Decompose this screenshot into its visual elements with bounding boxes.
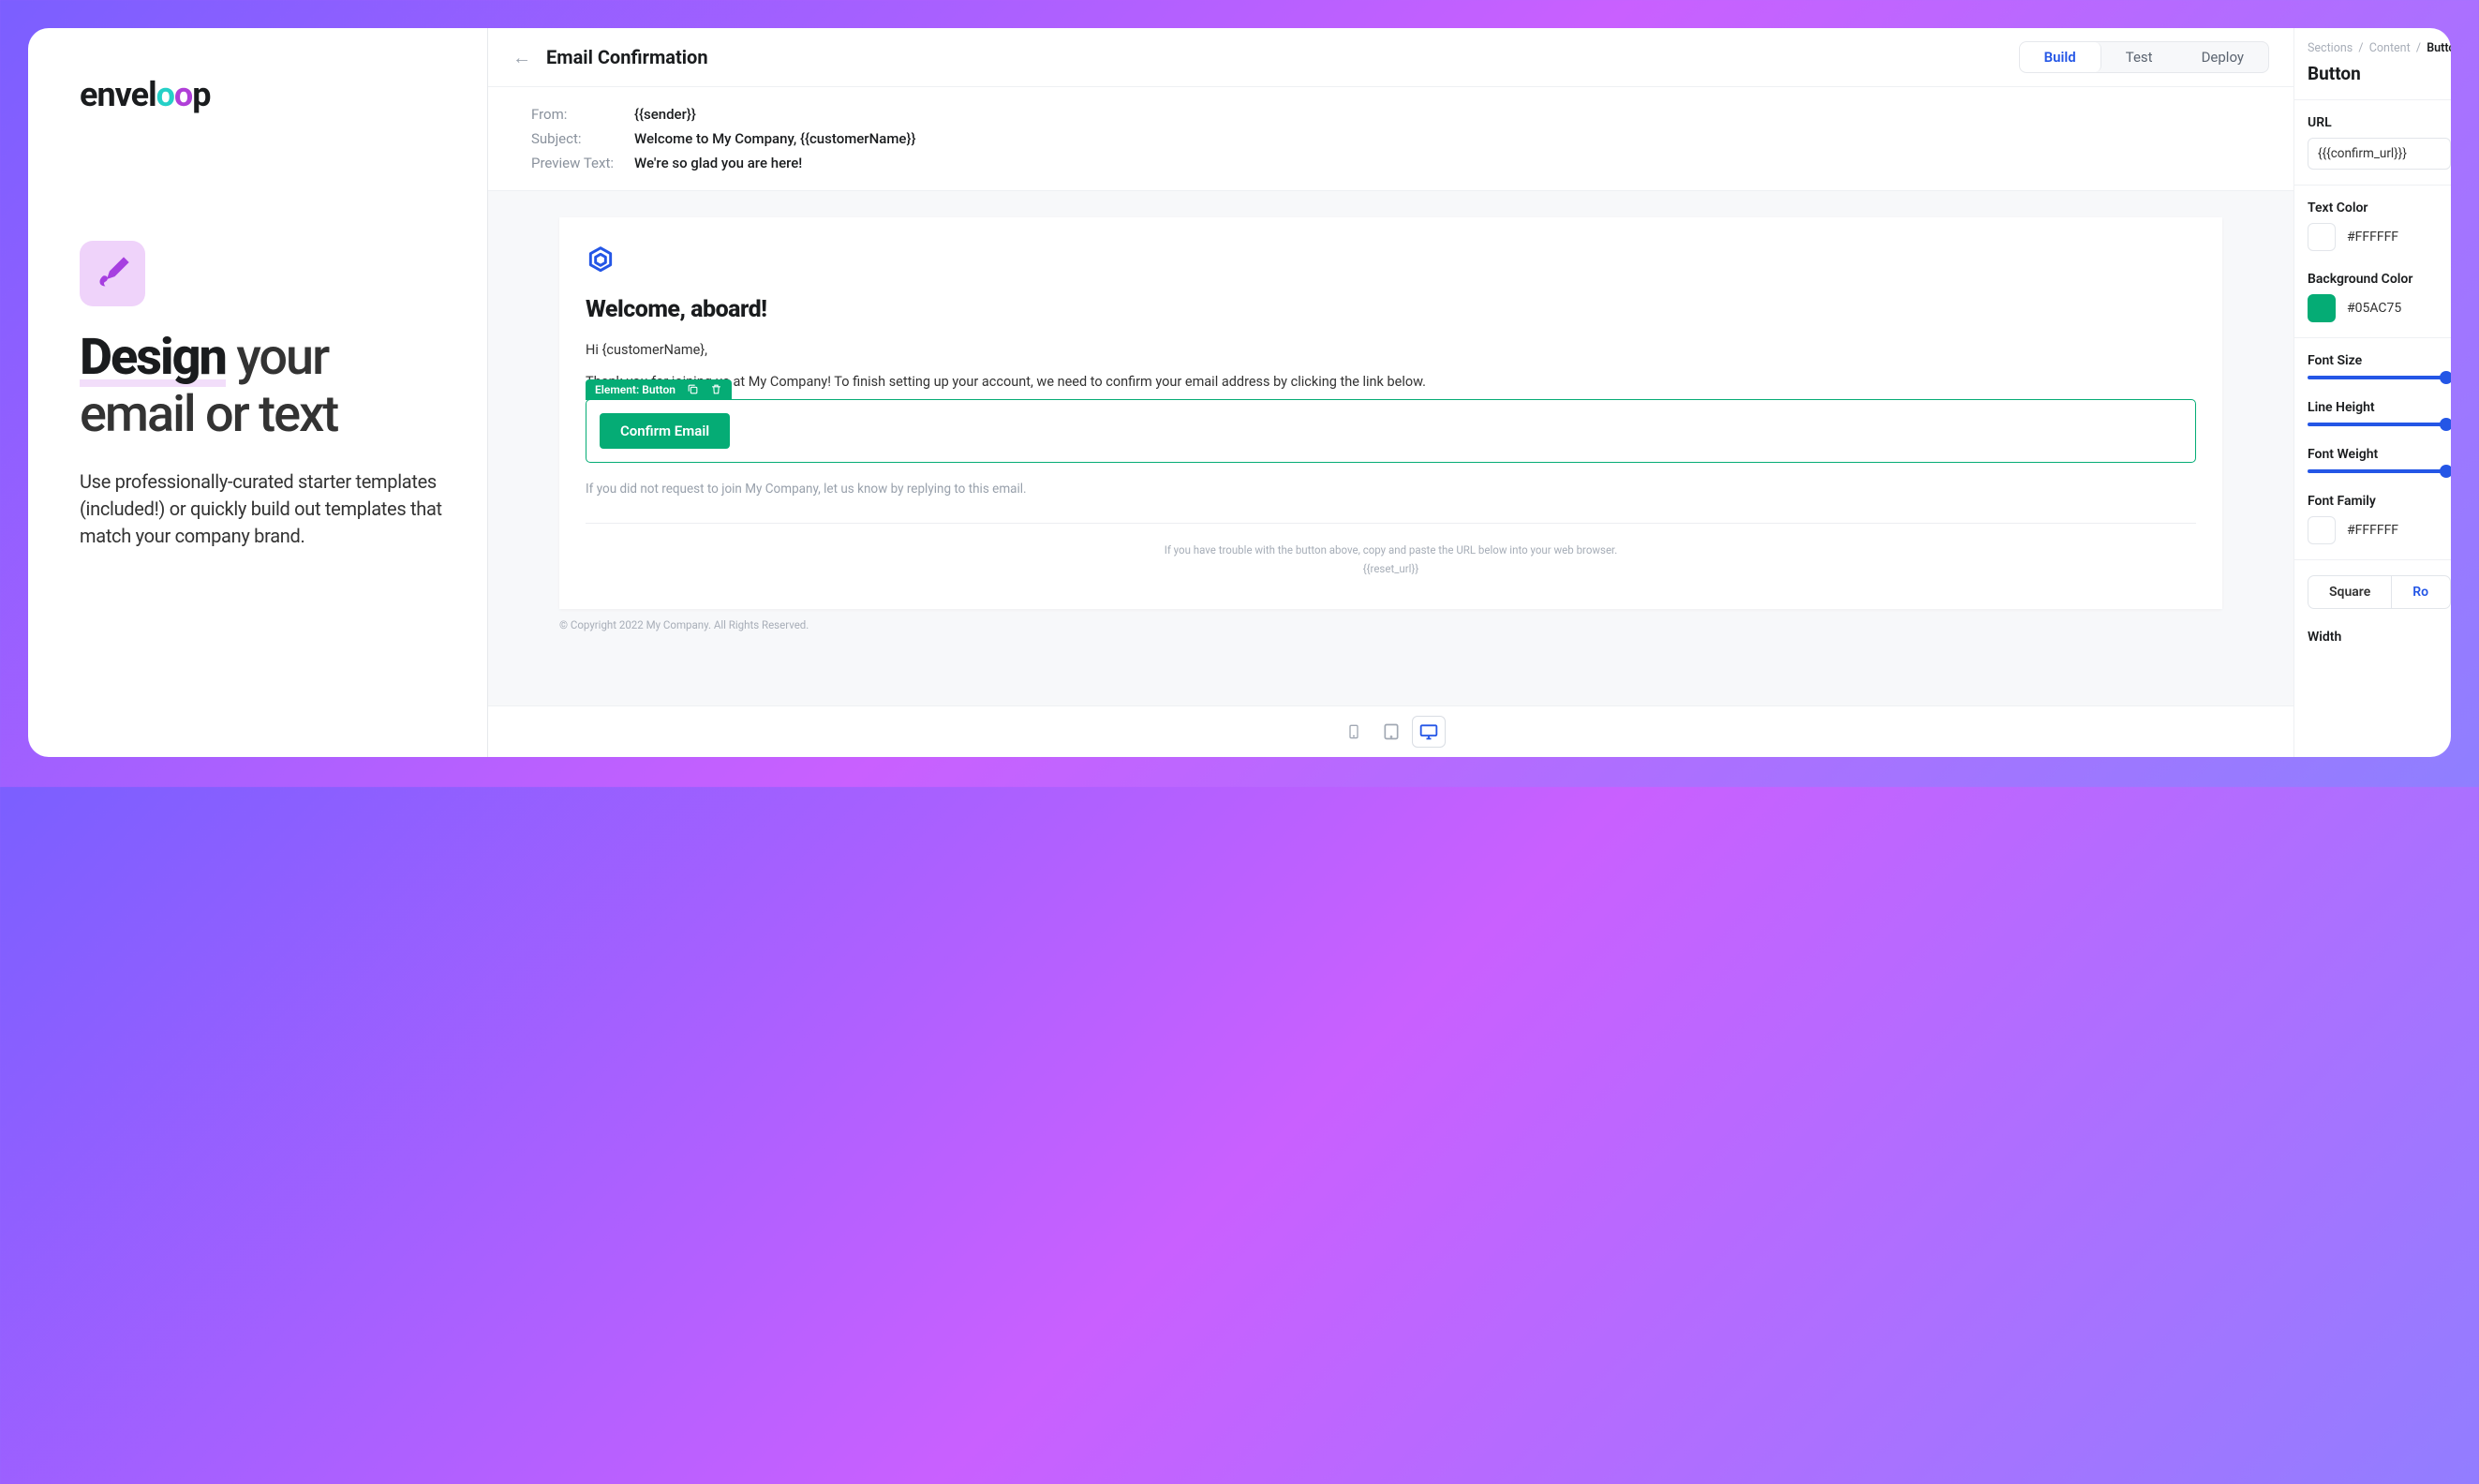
bg-color-swatch[interactable] bbox=[2308, 294, 2336, 322]
url-input[interactable]: {{{confirm_url}}} bbox=[2308, 138, 2451, 170]
device-desktop-icon[interactable] bbox=[1412, 716, 1446, 748]
width-label: Width bbox=[2308, 630, 2451, 645]
company-logo-icon bbox=[586, 245, 616, 275]
bg-color-label: Background Color bbox=[2308, 272, 2451, 287]
hero-headline: Design youremail or text bbox=[80, 330, 445, 442]
text-color-value[interactable]: #FFFFFF bbox=[2347, 230, 2398, 245]
device-phone-icon[interactable] bbox=[1337, 716, 1371, 748]
back-arrow-icon[interactable]: ← bbox=[512, 46, 531, 69]
email-greeting: Hi {customerName}, bbox=[586, 340, 2196, 361]
email-preview[interactable]: Welcome, aboard! Hi {customerName}, Than… bbox=[559, 217, 2222, 609]
font-family-label: Font Family bbox=[2308, 494, 2451, 509]
properties-panel: Sections / Content / Button Button URL {… bbox=[2293, 28, 2451, 757]
bg-color-value[interactable]: #05AC75 bbox=[2347, 301, 2401, 316]
preview-value[interactable]: We're so glad you are here! bbox=[634, 155, 802, 171]
text-color-label: Text Color bbox=[2308, 200, 2451, 215]
line-height-slider[interactable] bbox=[2308, 423, 2451, 426]
font-size-slider[interactable] bbox=[2308, 376, 2451, 379]
email-disclaimer: If you did not request to join My Compan… bbox=[586, 482, 2196, 497]
design-icon bbox=[80, 241, 145, 306]
preview-label: Preview Text: bbox=[531, 155, 634, 171]
email-footer-note: If you have trouble with the button abov… bbox=[586, 524, 2196, 586]
subject-value[interactable]: Welcome to My Company, {{customerName}} bbox=[634, 130, 915, 147]
confirm-email-button[interactable]: Confirm Email bbox=[600, 413, 730, 449]
font-weight-label: Font Weight bbox=[2308, 447, 2451, 462]
font-weight-slider[interactable] bbox=[2308, 469, 2451, 473]
breadcrumb[interactable]: Sections / Content / Button bbox=[2308, 41, 2451, 55]
device-tablet-icon[interactable] bbox=[1374, 716, 1408, 748]
marketing-pane: enveloop Design youremail or text Use pr… bbox=[28, 28, 487, 757]
copy-icon[interactable] bbox=[687, 383, 699, 395]
from-value[interactable]: {{sender}} bbox=[634, 106, 696, 123]
email-meta: From:{{sender}} Subject:Welcome to My Co… bbox=[488, 87, 2293, 191]
tab-deploy[interactable]: Deploy bbox=[2177, 42, 2268, 72]
element-selection-handle[interactable]: Element: Button bbox=[586, 379, 732, 400]
shape-segmented: Square Ro bbox=[2308, 575, 2451, 609]
tab-test[interactable]: Test bbox=[2101, 42, 2177, 72]
selected-button-element[interactable]: Confirm Email bbox=[586, 399, 2196, 463]
line-height-label: Line Height bbox=[2308, 400, 2451, 415]
hero-subcopy: Use professionally-curated starter templ… bbox=[80, 468, 445, 550]
device-preview-bar bbox=[488, 705, 2293, 757]
subject-label: Subject: bbox=[531, 130, 634, 147]
font-size-label: Font Size bbox=[2308, 353, 2451, 368]
from-label: From: bbox=[531, 106, 634, 123]
font-family-value[interactable]: #FFFFFF bbox=[2347, 523, 2398, 538]
copyright-text: © Copyright 2022 My Company. All Rights … bbox=[559, 609, 2222, 631]
url-label: URL bbox=[2308, 115, 2451, 130]
brand-logo: enveloop bbox=[80, 75, 445, 114]
font-family-swatch[interactable] bbox=[2308, 516, 2336, 544]
tab-build[interactable]: Build bbox=[2020, 42, 2101, 72]
panel-title: Button bbox=[2308, 63, 2451, 84]
email-heading: Welcome, aboard! bbox=[586, 296, 2196, 323]
trash-icon[interactable] bbox=[710, 383, 722, 395]
text-color-swatch[interactable] bbox=[2308, 223, 2336, 251]
page-title: Email Confirmation bbox=[546, 46, 2004, 68]
mode-tabs: Build Test Deploy bbox=[2019, 41, 2269, 73]
shape-round-option[interactable]: Ro bbox=[2392, 576, 2449, 608]
shape-square-option[interactable]: Square bbox=[2308, 576, 2392, 608]
